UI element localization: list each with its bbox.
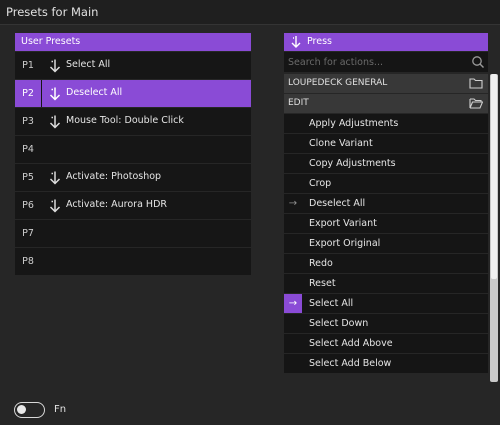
assigned-arrow-icon: [284, 134, 302, 153]
press-header[interactable]: Press: [284, 33, 488, 51]
preset-row-p4[interactable]: P4: [15, 136, 251, 163]
assigned-arrow-icon: [284, 354, 302, 373]
assigned-arrow-icon: [284, 314, 302, 333]
assigned-arrow-icon: [284, 274, 302, 293]
assigned-arrow-icon: [284, 334, 302, 353]
action-item-label: Clone Variant: [309, 138, 373, 149]
assigned-arrow-icon: [284, 234, 302, 253]
action-item-label: Apply Adjustments: [309, 118, 399, 129]
assigned-arrow-icon: [284, 254, 302, 273]
action-item[interactable]: Clone Variant: [284, 134, 488, 153]
preset-row-p5[interactable]: P5 Activate: Photoshop: [15, 164, 251, 191]
assigned-arrow-icon: [284, 214, 302, 233]
action-item[interactable]: → Deselect All: [284, 194, 488, 213]
press-label: Press: [307, 36, 333, 47]
preset-action-slot[interactable]: [42, 220, 251, 247]
preset-id: P8: [22, 256, 34, 267]
preset-action-label: Activate: Aurora HDR: [66, 199, 167, 210]
press-arrow-icon: [47, 86, 63, 102]
preset-row-p8[interactable]: P8: [15, 248, 251, 275]
press-arrow-icon: [47, 58, 63, 74]
preset-id: P2: [15, 80, 41, 107]
assigned-arrow-icon: [284, 174, 302, 193]
action-item[interactable]: Reset: [284, 274, 488, 293]
action-item[interactable]: Select Down: [284, 314, 488, 333]
action-group-label: EDIT: [288, 98, 309, 108]
preset-id: P6: [22, 200, 34, 211]
preset-action-slot[interactable]: Activate: Aurora HDR: [42, 192, 251, 219]
window-title: Presets for Main: [6, 5, 99, 19]
action-item[interactable]: Copy Adjustments: [284, 154, 488, 173]
preset-row-p7[interactable]: P7: [15, 220, 251, 247]
user-presets-panel: User Presets P1 Select All P2 Deselect All P…: [15, 33, 251, 275]
scrollbar-thumb[interactable]: [491, 74, 497, 279]
press-arrow-icon: [47, 114, 63, 130]
preset-action-label: Mouse Tool: Double Click: [66, 115, 184, 126]
preset-action-slot[interactable]: Select All: [42, 52, 251, 79]
action-item[interactable]: Crop: [284, 174, 488, 193]
press-arrow-icon: [47, 198, 63, 214]
action-item[interactable]: Redo: [284, 254, 488, 273]
action-item-label: Select Add Above: [309, 338, 393, 349]
preset-action-slot[interactable]: [42, 248, 251, 275]
assigned-arrow-icon: →: [284, 294, 302, 313]
search-input[interactable]: [284, 52, 464, 72]
action-item-label: Select All: [309, 298, 354, 309]
press-arrow-icon: [47, 170, 63, 186]
title-bar: Presets for Main: [0, 0, 500, 25]
action-item-label: Copy Adjustments: [309, 158, 396, 169]
action-item[interactable]: Export Variant: [284, 214, 488, 233]
assigned-arrow-icon: →: [288, 198, 298, 209]
preset-id: P4: [22, 144, 34, 155]
preset-id: P1: [22, 60, 34, 71]
preset-action-label: Select All: [66, 59, 111, 70]
action-item-label: Redo: [309, 258, 333, 269]
preset-id: P7: [22, 228, 34, 239]
action-item[interactable]: → Select All: [284, 294, 488, 313]
preset-action-slot[interactable]: Activate: Photoshop: [42, 164, 251, 191]
action-list: LOUPEDECK GENERAL EDIT Apply Adjustments Cl…: [284, 74, 488, 412]
action-item-label: Crop: [309, 178, 332, 189]
preset-row-p2[interactable]: P2 Deselect All: [15, 80, 251, 107]
fn-label: Fn: [54, 404, 67, 415]
preset-id: P3: [22, 116, 34, 127]
action-item[interactable]: Export Original: [284, 234, 488, 253]
search-icon[interactable]: [471, 55, 485, 69]
search-box: [284, 52, 488, 72]
preset-action-slot[interactable]: Mouse Tool: Double Click: [42, 108, 251, 135]
preset-list: P1 Select All P2 Deselect All P3 Mouse Tool: …: [15, 52, 251, 275]
preset-action-slot[interactable]: [42, 136, 251, 163]
action-group-edit[interactable]: EDIT: [284, 94, 488, 113]
preset-action-slot[interactable]: Deselect All: [42, 80, 251, 107]
action-group-loupedeck-general[interactable]: LOUPEDECK GENERAL: [284, 74, 488, 93]
preset-id: P5: [22, 172, 34, 183]
action-item[interactable]: Select Add Below: [284, 354, 488, 373]
preset-row-p1[interactable]: P1 Select All: [15, 52, 251, 79]
preset-row-p6[interactable]: P6 Activate: Aurora HDR: [15, 192, 251, 219]
assigned-arrow-icon: [284, 114, 302, 133]
preset-action-label: Deselect All: [66, 87, 123, 98]
preset-row-p3[interactable]: P3 Mouse Tool: Double Click: [15, 108, 251, 135]
fn-toggle-knob: [17, 405, 26, 414]
preset-action-label: Activate: Photoshop: [66, 171, 162, 182]
action-item-label: Select Down: [309, 318, 369, 329]
action-item-label: Deselect All: [309, 198, 366, 209]
action-item[interactable]: Apply Adjustments: [284, 114, 488, 133]
action-list-scrollbar[interactable]: [490, 74, 498, 382]
actions-panel: Press LOUPEDECK GENERAL EDITApply Adjustm…: [284, 33, 488, 373]
action-item-label: Select Add Below: [309, 358, 392, 369]
action-item-label: Export Original: [309, 238, 381, 249]
action-item-label: Reset: [309, 278, 336, 289]
action-group-label: LOUPEDECK GENERAL: [288, 78, 388, 88]
press-down-arrow-icon: [291, 36, 301, 48]
assigned-arrow-icon: [284, 154, 302, 173]
user-presets-header: User Presets: [15, 33, 251, 51]
action-item-label: Export Variant: [309, 218, 377, 229]
fn-toggle[interactable]: [14, 402, 45, 418]
action-item[interactable]: Select Add Above: [284, 334, 488, 353]
